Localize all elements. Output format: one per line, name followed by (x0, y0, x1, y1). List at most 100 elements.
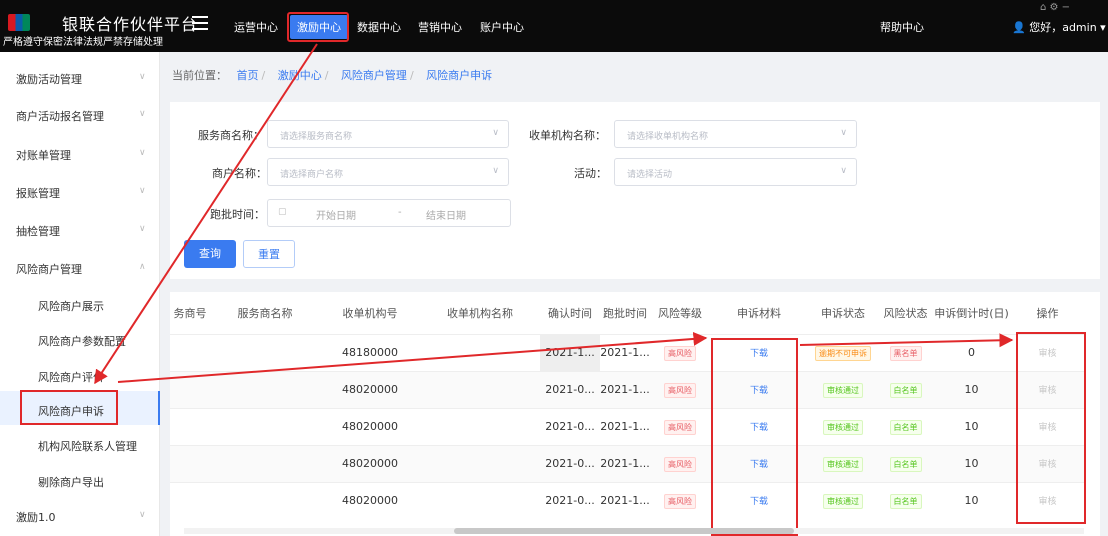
top-right-icons[interactable]: ⌂ ⚙ − (1040, 2, 1070, 13)
cell-value: 10 (964, 383, 979, 396)
sidebar-item-incentive-activity[interactable]: 激励活动管理 (16, 71, 82, 87)
table-header-8: 申诉状态 (808, 292, 878, 334)
table-cell: 10 (933, 444, 1010, 482)
table-cell: 白名单 (878, 370, 933, 408)
cell-value: 2021-0... (545, 494, 595, 508)
table-row: 48020000 2021-0... 2021-1... 高风险 下载 审核通过 白名单 10… (170, 444, 1085, 482)
breadcrumb: 当前位置： 首页 / 激励中心 / 风险商户管理 / 风险商户申诉 (172, 69, 493, 82)
sidebar-item-merchant-registration[interactable]: 商户活动报名管理 (16, 108, 104, 124)
user-icon: 👤 (1012, 21, 1026, 34)
table-cell (420, 481, 540, 519)
cell-value: 白名单 (889, 457, 922, 472)
scroll-thumb[interactable] (454, 528, 794, 534)
table-cell: 10 (933, 370, 1010, 408)
cell-value: 审核通过 (823, 383, 863, 398)
breadcrumb-risk-management[interactable]: 风险商户管理 (341, 69, 407, 82)
cell-value: 2021-1... (600, 346, 650, 359)
cell-value: 审核通过 (823, 420, 863, 435)
sidebar-item-risk-merchant[interactable]: 风险商户管理 (16, 261, 82, 277)
table-cell: 2021-1... (600, 333, 650, 371)
chevron-down-icon: ∨ (139, 109, 146, 119)
table-cell: 0 (933, 333, 1010, 371)
sidebar-item-statement[interactable]: 对账单管理 (16, 147, 71, 163)
cell-value: 2021-1... (600, 457, 650, 470)
merchant-select[interactable]: 请选择商户名称 ∨ (267, 158, 509, 186)
table-cell: 白名单 (878, 407, 933, 445)
chevron-down-icon: ∨ (139, 186, 146, 196)
query-button[interactable]: 查询 (184, 240, 236, 268)
nav-data-center[interactable]: 数据中心 (357, 19, 401, 35)
merchant-label: 商户名称： (212, 167, 267, 180)
table-row: 48020000 2021-0... 2021-1... 高风险 下载 审核通过 白名单 10… (170, 407, 1085, 445)
breadcrumb-home[interactable]: 首页 (237, 69, 259, 82)
nav-marketing-center[interactable]: 营销中心 (418, 19, 462, 35)
sidebar-item-risk-parameters[interactable]: 风险商户参数配置 (38, 333, 126, 349)
table-cell: 审核通过 (808, 444, 878, 482)
table-cell: 审核通过 (808, 407, 878, 445)
table-header-0: 务商号 (170, 292, 210, 334)
cell-value: 白名单 (889, 494, 922, 510)
nav-operation-center[interactable]: 运营中心 (234, 19, 278, 35)
chevron-down-icon: ∨ (840, 166, 847, 176)
cell-value: 审核通过 (823, 457, 863, 472)
cell-value: 高风险 (664, 457, 696, 472)
table-cell (420, 370, 540, 408)
table-header-7: 申诉材料 (710, 292, 808, 334)
table-cell (210, 333, 320, 371)
help-center-link[interactable]: 帮助中心 (880, 19, 924, 35)
table-header-9: 风险状态 (878, 292, 933, 334)
table-header-1: 服务商名称 (210, 292, 320, 334)
breadcrumb-current: 风险商户申诉 (426, 69, 493, 82)
table-cell (420, 444, 540, 482)
table-cell (210, 444, 320, 482)
chevron-down-icon: ∨ (492, 166, 499, 176)
table-header-3: 收单机构名称 (420, 292, 540, 334)
cell-value: 2021-1... (600, 420, 650, 433)
cell-value: 48020000 (342, 494, 398, 508)
table-header-4: 确认时间 (540, 292, 600, 334)
sidebar-item-risk-evaluation[interactable]: 风险商户评价 (38, 369, 104, 385)
cell-value: 2021-0... (545, 383, 595, 396)
table-cell: 审核通过 (808, 481, 878, 519)
activity-select[interactable]: 请选择活动 ∨ (614, 158, 857, 186)
table-cell: 2021-1... (600, 407, 650, 445)
annotation-box-sidebar (20, 390, 118, 425)
table-cell: 逾期不可申诉 (808, 333, 878, 371)
breadcrumb-incentive[interactable]: 激励中心 (278, 69, 322, 82)
cell-value: 48180000 (342, 346, 398, 359)
reset-button[interactable]: 重置 (243, 240, 295, 268)
sidebar-item-risk-contact[interactable]: 机构风险联系人管理 (38, 438, 137, 454)
table-cell: 审核通过 (808, 370, 878, 408)
nav-account-center[interactable]: 账户中心 (480, 19, 524, 35)
table-header-6: 风险等级 (650, 292, 710, 334)
table-cell (210, 481, 320, 519)
service-provider-select[interactable]: 请选择服务商名称 ∨ (267, 120, 509, 148)
table-cell (210, 370, 320, 408)
filter-panel: 服务商名称： 请选择服务商名称 ∨ 收单机构名称： 请选择收单机构名称 ∨ 商户名称… (170, 102, 1100, 279)
sidebar-item-risk-display[interactable]: 风险商户展示 (38, 298, 104, 314)
annotation-box-operation (1016, 332, 1086, 524)
user-menu[interactable]: 👤 您好，admin ▾ (1012, 19, 1106, 35)
table-cell: 高风险 (650, 407, 710, 445)
table-cell: 高风险 (650, 444, 710, 482)
table-cell: 10 (933, 407, 1010, 445)
table-cell: 2021-0... (540, 407, 600, 445)
sidebar-item-export[interactable]: 剔除商户导出 (38, 474, 104, 490)
acquirer-label: 收单机构名称： (529, 129, 606, 142)
menu-toggle-icon[interactable] (192, 16, 208, 30)
date-range-picker[interactable]: ▢ 开始日期 - 结束日期 (267, 199, 511, 227)
cell-value: 2021-0... (545, 457, 595, 470)
acquirer-select[interactable]: 请选择收单机构名称 ∨ (614, 120, 857, 148)
table-header: 务商号 服务商名称 收单机构号 收单机构名称 确认时间 跑批时间 风险等级 申诉材料 申诉状态风… (170, 292, 1085, 334)
table-cell: 2021-1... (600, 370, 650, 408)
table-cell: 高风险 (650, 481, 710, 519)
sidebar-item-reimbursement[interactable]: 报账管理 (16, 185, 60, 201)
table-cell: 2021-1... (540, 333, 600, 371)
table-cell: 48020000 (320, 481, 420, 519)
horizontal-scrollbar[interactable] (184, 528, 1084, 534)
sidebar-item-incentive-v1[interactable]: 激励1.0 (16, 509, 56, 525)
sidebar-item-sampling[interactable]: 抽检管理 (16, 223, 60, 239)
chevron-up-icon: ∧ (139, 262, 146, 272)
table-cell: 2021-1... (600, 444, 650, 482)
appeal-table: 务商号 服务商名称 收单机构号 收单机构名称 确认时间 跑批时间 风险等级 申诉材料 申诉状态风… (170, 292, 1085, 519)
